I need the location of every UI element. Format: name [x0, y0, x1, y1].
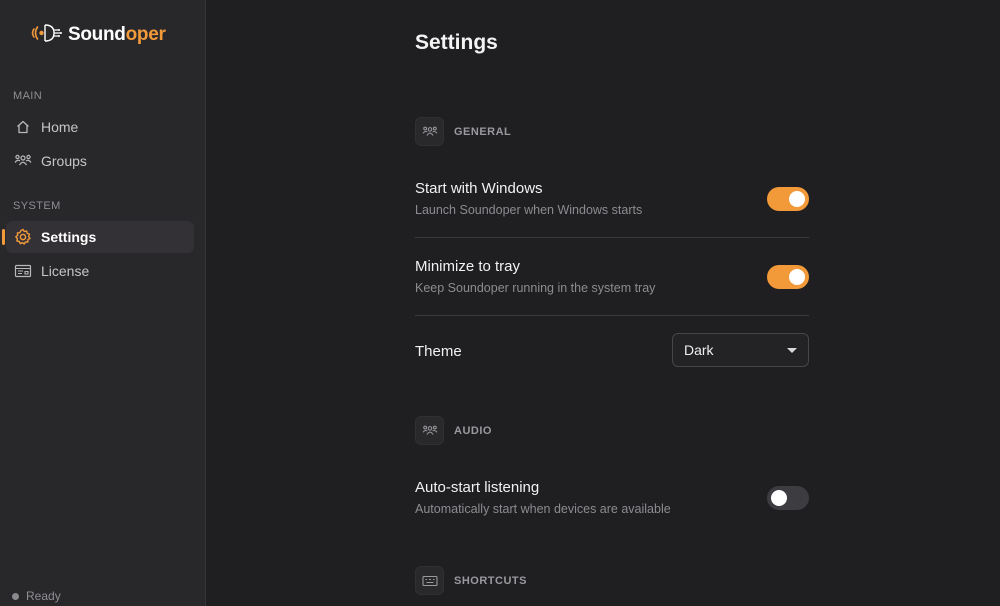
group-header-audio: AUDIO: [415, 416, 492, 445]
auto-start-listening-toggle[interactable]: [767, 486, 809, 510]
groups-icon: [415, 117, 444, 146]
setting-start-with-windows: Start with Windows Launch Soundoper when…: [415, 180, 809, 217]
setting-auto-start-listening: Auto-start listening Automatically start…: [415, 479, 809, 516]
group-header-general: GENERAL: [415, 117, 511, 146]
status-text: Ready: [26, 589, 61, 603]
group-header-shortcuts: SHORTCUTS: [415, 566, 527, 595]
keyboard-icon: [415, 566, 444, 595]
setting-description: Automatically start when devices are ava…: [415, 502, 671, 516]
minimize-to-tray-toggle[interactable]: [767, 265, 809, 289]
license-icon: [14, 262, 32, 280]
setting-title: Auto-start listening: [415, 479, 540, 496]
theme-select-value: Dark: [684, 342, 714, 358]
sidebar-item-label: Settings: [41, 229, 97, 245]
caret-down-icon: [787, 347, 797, 353]
sidebar-item-label: License: [41, 263, 90, 279]
groups-icon: [14, 152, 32, 170]
setting-description: Launch Soundoper when Windows starts: [415, 203, 643, 217]
toggle-knob: [789, 191, 805, 207]
setting-title: Minimize to tray: [415, 258, 521, 275]
group-label: AUDIO: [454, 424, 492, 437]
toggle-knob: [789, 269, 805, 285]
group-label: SHORTCUTS: [454, 574, 527, 587]
status-indicator: Ready: [12, 589, 61, 603]
divider: [415, 315, 809, 316]
sidebar-item-groups[interactable]: Groups: [6, 145, 194, 177]
toggle-knob: [771, 490, 787, 506]
app-logo: Soundoper: [28, 22, 166, 48]
sidebar: Soundoper MAIN Home Groups SYSTEM Settin…: [0, 0, 206, 606]
page-title: Settings: [415, 31, 498, 54]
setting-minimize-to-tray: Minimize to tray Keep Soundoper running …: [415, 258, 809, 295]
section-label-main: MAIN: [13, 90, 43, 102]
setting-title: Start with Windows: [415, 180, 543, 197]
groups-icon: [415, 416, 444, 445]
sidebar-item-license[interactable]: License: [6, 255, 194, 287]
sidebar-item-label: Home: [41, 119, 79, 135]
settings-panel: Settings GENERAL Start with Windows Laun…: [207, 0, 1000, 606]
group-label: GENERAL: [454, 125, 512, 138]
sidebar-item-label: Groups: [41, 153, 87, 169]
sidebar-item-home[interactable]: Home: [6, 111, 194, 143]
start-with-windows-toggle[interactable]: [767, 187, 809, 211]
sound-wave-logo-icon: [28, 21, 64, 50]
theme-select[interactable]: Dark: [672, 333, 809, 367]
sidebar-item-settings[interactable]: Settings: [2, 221, 194, 253]
setting-description: Keep Soundoper running in the system tra…: [415, 281, 656, 295]
divider: [415, 237, 809, 238]
section-label-system: SYSTEM: [13, 200, 61, 212]
gear-icon: [14, 228, 32, 246]
app-name: Soundoper: [68, 24, 166, 45]
status-dot: [12, 592, 19, 600]
home-icon: [14, 118, 32, 136]
